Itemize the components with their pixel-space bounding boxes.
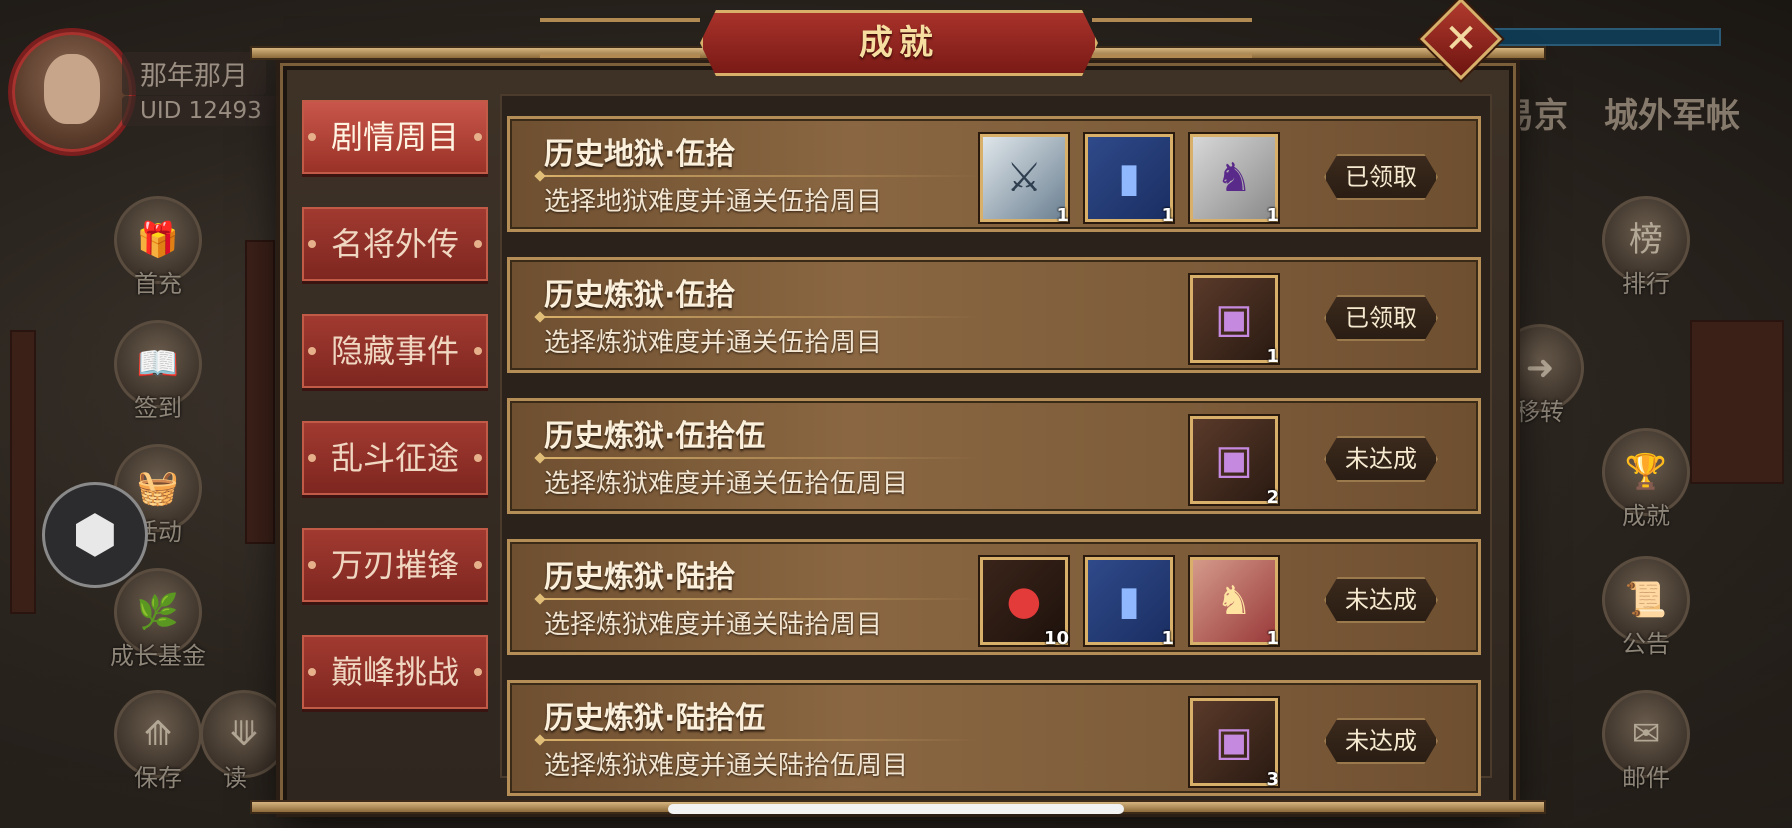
- menu-label: 邮件: [1622, 764, 1670, 792]
- status-not-achieved-button[interactable]: 未达成: [1324, 718, 1438, 764]
- achievement-title: 历史炼狱·伍拾: [544, 278, 736, 313]
- achievement-row: 历史炼狱·陆拾伍 选择炼狱难度并通关陆拾伍周目 ▣ 3 未达成: [507, 680, 1481, 796]
- status-claimed-button[interactable]: 已领取: [1324, 295, 1438, 341]
- background-pillar: [245, 240, 275, 544]
- reward-quantity: 1: [1266, 628, 1279, 649]
- achievement-title: 历史炼狱·陆拾伍: [544, 701, 766, 736]
- reward-quantity: 1: [1266, 346, 1279, 367]
- reward-list: ▣ 3: [1190, 698, 1279, 790]
- map-cube-icon[interactable]: ⬢: [42, 482, 148, 588]
- tab-peak-challenge[interactable]: 巅峰挑战: [302, 635, 488, 709]
- menu-label: 公告: [1622, 630, 1670, 658]
- status-claimed-button[interactable]: 已领取: [1324, 154, 1438, 200]
- category-tabs: 剧情周目 名将外传 隐藏事件 乱斗征途 万刃摧锋 巅峰挑战: [302, 100, 488, 740]
- blue-scroll-icon[interactable]: ▮ 1: [1085, 557, 1174, 649]
- treasure-chest-icon[interactable]: ▣ 3: [1190, 698, 1279, 790]
- row-divider: [540, 457, 980, 459]
- row-divider: [540, 175, 980, 177]
- achievement-title: 历史地狱·伍拾: [544, 137, 736, 172]
- menu-label: 成就: [1622, 502, 1670, 530]
- tab-melee-journey[interactable]: 乱斗征途: [302, 421, 488, 495]
- player-name: 那年那月: [122, 52, 266, 95]
- player-avatar[interactable]: [8, 28, 136, 156]
- crossed-weapons-icon[interactable]: ⚔ 1: [980, 134, 1069, 226]
- red-berries-icon[interactable]: ● 10: [980, 557, 1069, 649]
- background-pillar: [10, 330, 36, 614]
- menu-load[interactable]: ⟱ 读: [200, 690, 288, 793]
- menu-announcement[interactable]: 📜 公告: [1576, 556, 1716, 659]
- reward-list: ♞ 1 ▮ 1 ● 10: [980, 557, 1279, 649]
- achievement-row: 历史地狱·伍拾 选择地狱难度并通关伍拾周目 ♞ 1 ▮ 1 ⚔ 1 已领取: [507, 116, 1481, 232]
- top-progress-bar: [1475, 28, 1721, 46]
- tab-famous-generals[interactable]: 名将外传: [302, 207, 488, 281]
- menu-label: 首充: [134, 270, 182, 298]
- status-not-achieved-button[interactable]: 未达成: [1324, 577, 1438, 623]
- general-portrait-icon[interactable]: ♞ 1: [1190, 134, 1279, 226]
- row-divider: [540, 598, 980, 600]
- title-ornament-right: [1092, 18, 1252, 58]
- achievement-list: 历史地狱·伍拾 选择地狱难度并通关伍拾周目 ♞ 1 ▮ 1 ⚔ 1 已领取 历史炼狱·…: [507, 116, 1481, 821]
- treasure-chest-icon[interactable]: ▣ 2: [1190, 416, 1279, 508]
- reward-quantity: 1: [1161, 628, 1174, 649]
- reward-quantity: 10: [1043, 628, 1069, 649]
- menu-achievement[interactable]: 🏆 成就: [1576, 428, 1716, 531]
- reward-list: ▣ 1: [1190, 275, 1279, 367]
- dialog-title-plate: 成就: [700, 10, 1098, 76]
- treasure-chest-icon[interactable]: ▣ 1: [1190, 275, 1279, 367]
- general-portrait-red-icon[interactable]: ♞ 1: [1190, 557, 1279, 649]
- achievement-description: 选择炼狱难度并通关伍拾伍周目: [544, 469, 909, 499]
- menu-label: 签到: [134, 394, 182, 422]
- dialog-title: 成就: [859, 23, 939, 63]
- menu-label: 排行: [1622, 270, 1670, 298]
- reward-list: ♞ 1 ▮ 1 ⚔ 1: [980, 134, 1279, 226]
- menu-sign-in[interactable]: 📖 签到: [88, 320, 228, 423]
- menu-first-recharge[interactable]: 🎁 首充: [88, 196, 228, 299]
- achievement-title: 历史炼狱·陆拾: [544, 560, 736, 595]
- achievement-row: 历史炼狱·伍拾 选择炼狱难度并通关伍拾周目 ▣ 1 已领取: [507, 257, 1481, 373]
- achievement-description: 选择炼狱难度并通关陆拾周目: [544, 610, 883, 640]
- menu-label: 成长基金: [110, 642, 206, 670]
- reward-quantity: 1: [1056, 205, 1069, 226]
- row-divider: [540, 739, 980, 741]
- achievement-description: 选择炼狱难度并通关伍拾周目: [544, 328, 883, 358]
- tab-hidden-events[interactable]: 隐藏事件: [302, 314, 488, 388]
- avatar-face: [44, 54, 100, 124]
- reward-list: ▣ 2: [1190, 416, 1279, 508]
- tab-story-cycle[interactable]: 剧情周目: [302, 100, 488, 174]
- title-ornament-left: [540, 18, 700, 58]
- achievement-description: 选择炼狱难度并通关陆拾伍周目: [544, 751, 909, 781]
- menu-label: 读: [223, 764, 247, 792]
- menu-mail[interactable]: ✉ 邮件: [1576, 690, 1716, 793]
- achievement-description: 选择地狱难度并通关伍拾周目: [544, 187, 883, 217]
- player-uid: UID 12493: [122, 96, 280, 126]
- achievement-row: 历史炼狱·陆拾 选择炼狱难度并通关陆拾周目 ♞ 1 ▮ 1 ● 10 未达成: [507, 539, 1481, 655]
- achievement-row: 历史炼狱·伍拾伍 选择炼狱难度并通关伍拾伍周目 ▣ 2 未达成: [507, 398, 1481, 514]
- status-not-achieved-button[interactable]: 未达成: [1324, 436, 1438, 482]
- reward-quantity: 1: [1266, 205, 1279, 226]
- reward-quantity: 1: [1161, 205, 1174, 226]
- blue-scroll-icon[interactable]: ▮ 1: [1085, 134, 1174, 226]
- tab-ten-thousand-blades[interactable]: 万刃摧锋: [302, 528, 488, 602]
- location-camp[interactable]: 城外军帐: [1604, 88, 1740, 137]
- reward-quantity: 3: [1266, 769, 1279, 790]
- reward-quantity: 2: [1266, 487, 1279, 508]
- close-icon: ✕: [1444, 15, 1478, 62]
- row-divider: [540, 316, 980, 318]
- menu-ranking[interactable]: 榜排行: [1576, 196, 1716, 299]
- achievement-title: 历史炼狱·伍拾伍: [544, 419, 766, 454]
- home-indicator[interactable]: [668, 804, 1124, 814]
